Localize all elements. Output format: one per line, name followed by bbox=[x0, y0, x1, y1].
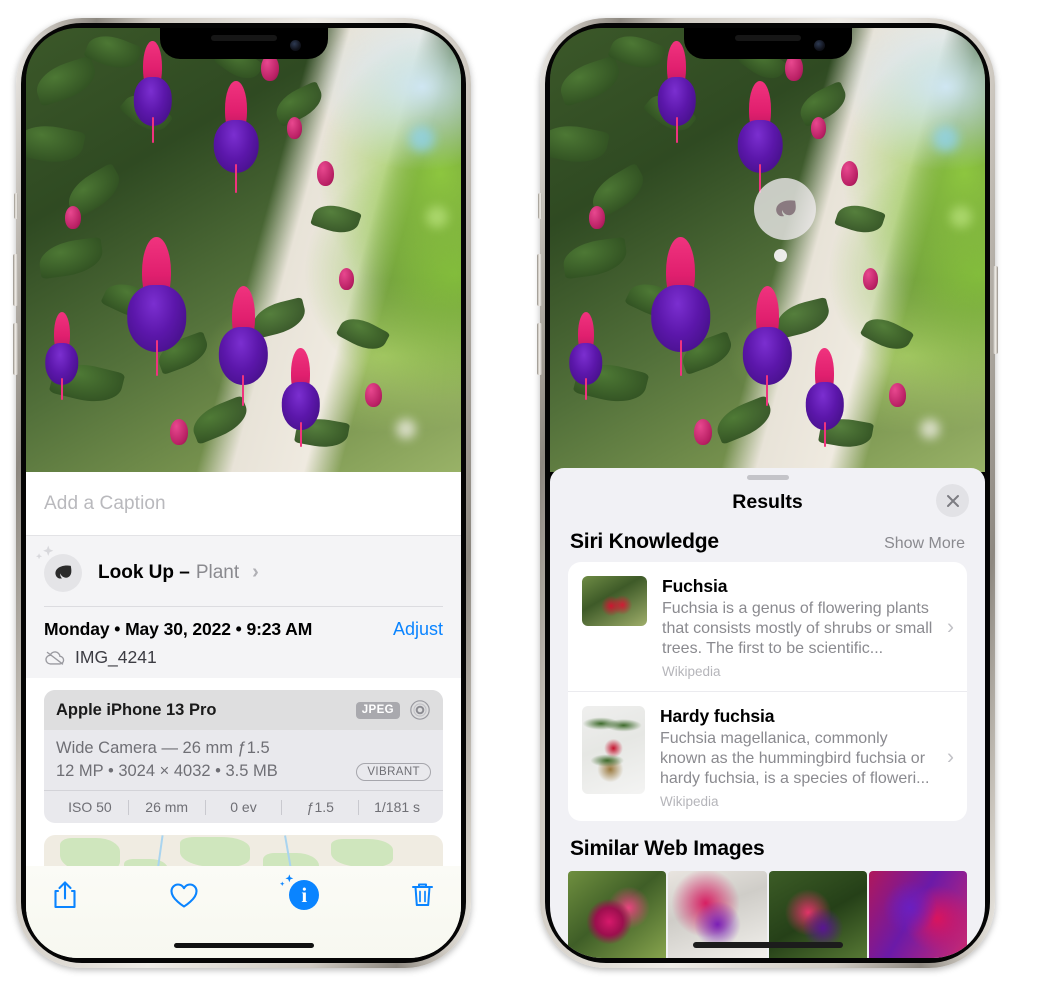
exif-iso: ISO 50 bbox=[68, 799, 112, 815]
look-up-subject: Plant bbox=[195, 562, 240, 583]
visual-look-up-bubble[interactable] bbox=[754, 178, 817, 240]
photographic-style-badge: VIBRANT bbox=[356, 762, 431, 781]
photo-toolbar-left: i bbox=[26, 866, 461, 958]
mute-switch-left[interactable] bbox=[14, 193, 18, 219]
knowledge-item[interactable]: Fuchsia Fuchsia is a genus of flowering … bbox=[568, 562, 967, 691]
earpiece-speaker bbox=[734, 35, 801, 41]
results-sheet: Results Siri Knowledge Show More Fuchsia… bbox=[550, 468, 985, 958]
close-button[interactable] bbox=[936, 484, 969, 517]
chevron-right-icon: › bbox=[947, 615, 954, 638]
exif-aperture: ƒ1.5 bbox=[306, 799, 334, 815]
iphone-left: Add a Caption Look Up – Plant › Monday •… bbox=[13, 18, 471, 968]
volume-up-button-left[interactable] bbox=[13, 254, 18, 306]
adjust-button[interactable]: Adjust bbox=[393, 619, 443, 640]
screen-right: Results Siri Knowledge Show More Fuchsia… bbox=[550, 28, 985, 958]
chevron-right-icon: › bbox=[947, 745, 954, 768]
chevron-right-icon: › bbox=[252, 561, 259, 583]
home-indicator-right[interactable] bbox=[692, 942, 843, 948]
share-button[interactable] bbox=[52, 880, 78, 910]
knowledge-title: Fuchsia bbox=[662, 576, 728, 596]
knowledge-description: Fuchsia magellanica, commonly known as t… bbox=[660, 730, 930, 787]
sparkle-icon bbox=[280, 874, 294, 887]
section-title: Siri Knowledge bbox=[570, 530, 719, 553]
knowledge-item[interactable]: Hardy fuchsia Fuchsia magellanica, commo… bbox=[568, 691, 967, 821]
fuchsia-thumbnail bbox=[582, 576, 647, 626]
look-up-section: Look Up – Plant › bbox=[26, 536, 461, 607]
photo-detail-sheet-left: Add a Caption Look Up – Plant › Monday •… bbox=[26, 472, 461, 958]
aperture-icon bbox=[410, 700, 430, 720]
look-up-row[interactable]: Look Up – Plant › bbox=[36, 545, 443, 596]
look-up-label: Look Up – bbox=[98, 562, 190, 583]
home-indicator-left[interactable] bbox=[173, 943, 314, 948]
iphone-right: Results Siri Knowledge Show More Fuchsia… bbox=[537, 18, 998, 968]
image-size-info: 12 MP • 3024 × 4032 • 3.5 MB bbox=[56, 762, 278, 780]
front-camera-icon bbox=[289, 40, 301, 51]
visual-look-up-anchor-dot bbox=[774, 249, 788, 262]
screen-left: Add a Caption Look Up – Plant › Monday •… bbox=[26, 28, 461, 958]
heart-icon bbox=[170, 882, 198, 908]
camera-info-header: Apple iPhone 13 Pro JPEG bbox=[44, 690, 443, 730]
show-more-button[interactable]: Show More bbox=[884, 535, 965, 553]
leaf-icon bbox=[776, 199, 796, 216]
similar-image-thumbnail[interactable] bbox=[568, 871, 667, 958]
photo-viewer-left[interactable] bbox=[26, 28, 461, 472]
camera-info-card[interactable]: Apple iPhone 13 Pro JPEG Wide Camera — 2… bbox=[44, 690, 443, 823]
delete-button[interactable] bbox=[410, 881, 435, 909]
exif-shutter: 1/181 s bbox=[374, 799, 421, 815]
share-icon bbox=[54, 881, 76, 909]
siri-knowledge-header: Siri Knowledge Show More bbox=[550, 524, 985, 562]
cloud-slash-icon bbox=[45, 650, 65, 665]
camera-model: Apple iPhone 13 Pro bbox=[56, 700, 217, 719]
photo-metadata-section: Monday • May 30, 2022 • 9:23 AM Adjust I… bbox=[26, 607, 461, 678]
power-button-right[interactable] bbox=[993, 266, 998, 354]
format-badge: JPEG bbox=[355, 701, 400, 719]
earpiece-speaker bbox=[210, 35, 277, 41]
info-button[interactable]: i bbox=[280, 874, 320, 910]
photo-viewer-right[interactable] bbox=[550, 28, 985, 472]
close-icon bbox=[946, 494, 959, 507]
sparkle-icon bbox=[36, 545, 54, 560]
file-name: IMG_4241 bbox=[75, 647, 157, 667]
volume-up-button-right[interactable] bbox=[537, 254, 542, 306]
leaf-icon-badge bbox=[36, 545, 82, 592]
knowledge-title: Hardy fuchsia bbox=[660, 706, 775, 726]
photo-flowers-right bbox=[550, 28, 985, 472]
photo-date: Monday • May 30, 2022 • 9:23 AM bbox=[44, 619, 313, 639]
exif-row: ISO 50 26 mm 0 ev ƒ1.5 1/181 s bbox=[44, 790, 443, 823]
notch-left bbox=[159, 28, 328, 59]
caption-placeholder: Add a Caption bbox=[44, 492, 166, 514]
notch-right bbox=[683, 28, 852, 59]
caption-field[interactable]: Add a Caption bbox=[26, 472, 461, 536]
similar-image-thumbnail[interactable] bbox=[868, 871, 967, 958]
results-title: Results bbox=[732, 490, 803, 513]
favorite-button[interactable] bbox=[169, 882, 199, 909]
section-title: Similar Web Images bbox=[570, 837, 765, 860]
knowledge-description: Fuchsia is a genus of flowering plants t… bbox=[662, 600, 933, 657]
siri-knowledge-card: Fuchsia Fuchsia is a genus of flowering … bbox=[568, 562, 967, 821]
volume-down-button-right[interactable] bbox=[537, 323, 542, 375]
trash-icon bbox=[411, 883, 433, 906]
photo-flowers-left bbox=[26, 28, 461, 472]
knowledge-source: Wikipedia bbox=[662, 664, 721, 679]
mute-switch-right[interactable] bbox=[538, 193, 542, 219]
exif-ev: 0 ev bbox=[230, 799, 257, 815]
front-camera-icon bbox=[813, 40, 825, 51]
similar-web-images-header: Similar Web Images bbox=[550, 821, 985, 867]
screenshot-root: Add a Caption Look Up – Plant › Monday •… bbox=[0, 0, 1055, 985]
lens-info: Wide Camera — 26 mm ƒ1.5 bbox=[56, 739, 270, 757]
look-up-text: Look Up – Plant › bbox=[98, 562, 259, 584]
knowledge-source: Wikipedia bbox=[660, 794, 719, 809]
volume-down-button-left[interactable] bbox=[13, 323, 18, 375]
results-header: Results bbox=[550, 480, 985, 524]
hardy-fuchsia-thumbnail bbox=[582, 706, 645, 794]
exif-focal: 26 mm bbox=[145, 799, 189, 815]
